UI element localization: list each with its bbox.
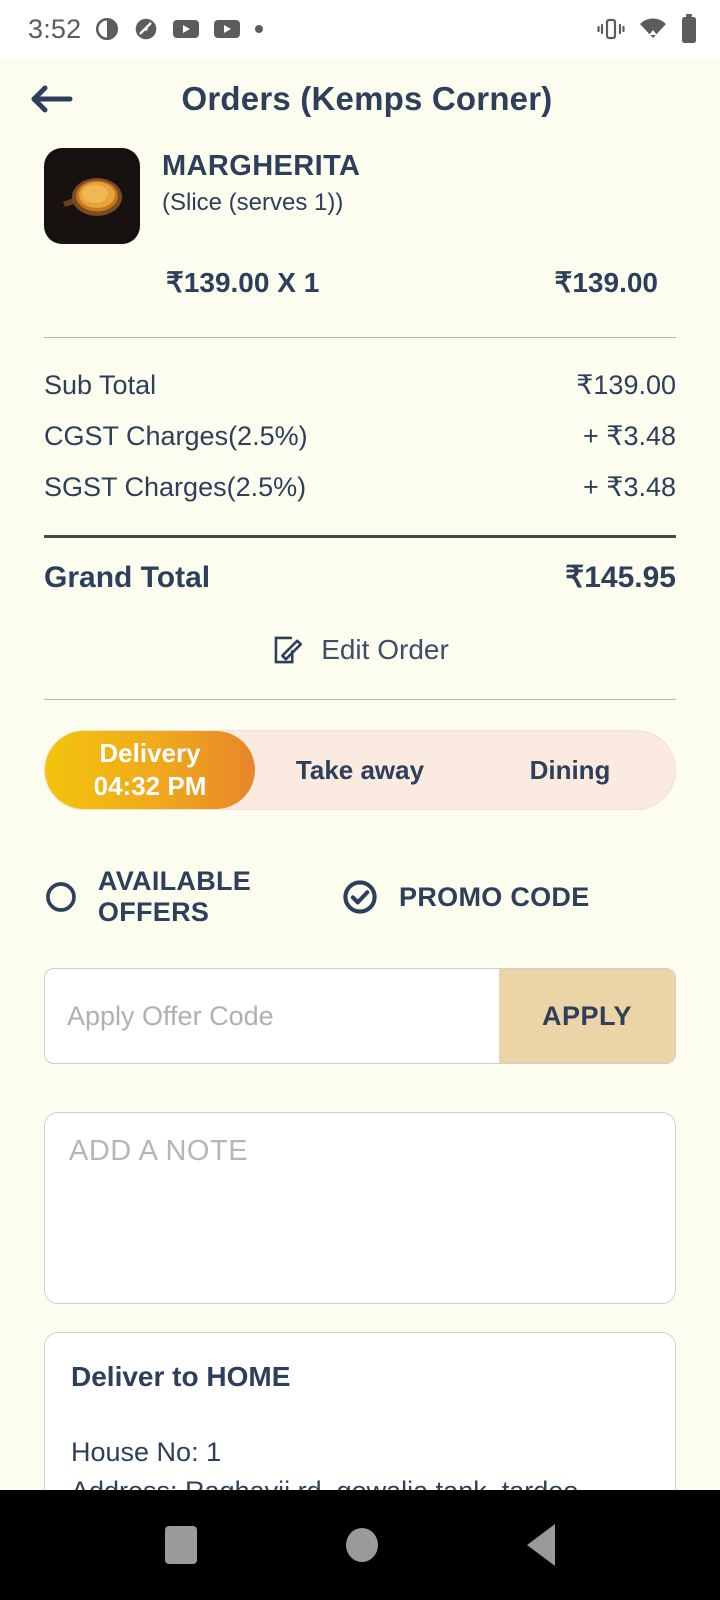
tab-delivery-label: Delivery (99, 738, 201, 768)
total-value: ₹139.00 (576, 370, 676, 400)
total-value: + ₹3.48 (583, 472, 676, 502)
page-title: Orders (Kemps Corner) (181, 80, 553, 117)
order-type-tabs: Delivery 04:32 PM Take away Dining (44, 730, 676, 810)
edit-order-label: Edit Order (321, 634, 449, 665)
battery-icon (682, 14, 696, 43)
back-arrow-icon (31, 85, 73, 113)
item-variant: (Slice (serves 1)) (162, 189, 344, 216)
tab-take-away-label: Take away (295, 754, 425, 785)
radio-promo-code[interactable]: PROMO CODE (341, 878, 590, 916)
total-value: + ₹3.48 (583, 421, 676, 451)
tab-dining-label: Dining (529, 754, 611, 785)
phone-screen: 3:52 Orders (Kemps Corner) MARGHERITA (S… (0, 0, 720, 1600)
back-button[interactable] (24, 72, 78, 126)
tab-take-away[interactable]: Take away (255, 731, 465, 809)
vibrate-icon (597, 18, 625, 40)
totals-section: Sub Total ₹139.00 CGST Charges(2.5%) + ₹… (44, 360, 676, 595)
offer-code-input[interactable] (45, 969, 499, 1063)
table-row: Sub Total ₹139.00 (44, 360, 676, 411)
triangle-back-icon[interactable] (527, 1524, 556, 1566)
grand-total-row: Grand Total ₹145.95 (44, 538, 676, 595)
circle-home-icon[interactable] (345, 1528, 378, 1562)
tab-delivery[interactable]: Delivery 04:32 PM (45, 731, 255, 809)
wifi-icon (640, 18, 666, 38)
edit-pencil-icon (274, 636, 303, 664)
item-unit-price: ₹139.00 X 1 (166, 267, 320, 298)
order-content: MARGHERITA (Slice (serves 1)) ₹139.00 X … (0, 140, 720, 1490)
order-item-row: MARGHERITA (Slice (serves 1)) (44, 140, 676, 244)
brightness-icon (96, 17, 119, 41)
app-header: Orders (Kemps Corner) (0, 58, 720, 140)
radio-unchecked-icon (46, 882, 76, 912)
address-house-no: House No: 1 (71, 1437, 222, 1467)
total-label: CGST Charges(2.5%) (44, 421, 308, 451)
status-bar-left: 3:52 (28, 14, 264, 45)
youtube-icon (214, 20, 241, 38)
promo-code-label: PROMO CODE (399, 881, 590, 912)
android-nav-bar (0, 1490, 720, 1600)
address-street: Address: Raghavji rd, gowalia tank, tard… (71, 1476, 649, 1490)
speedometer-icon (136, 18, 157, 40)
square-recents-icon[interactable] (164, 1526, 197, 1564)
youtube-icon (173, 20, 200, 38)
item-line-total: ₹139.00 (554, 267, 658, 298)
grand-total-label: Grand Total (44, 561, 211, 594)
status-bar-clock: 3:52 (28, 13, 82, 44)
total-label: SGST Charges(2.5%) (44, 472, 307, 502)
item-divider (44, 337, 676, 338)
grand-total-value: ₹145.95 (565, 561, 676, 594)
status-bar-right (596, 14, 698, 44)
note-textarea[interactable] (69, 1135, 651, 1281)
pizza-image (63, 178, 122, 216)
item-price-row: ₹139.00 X 1 ₹139.00 (44, 266, 676, 299)
section-divider (44, 699, 676, 700)
available-offers-label: AVAILABLE OFFERS (97, 866, 252, 927)
tab-dining[interactable]: Dining (465, 731, 675, 809)
add-note-box[interactable] (44, 1112, 676, 1304)
tabs-track: Delivery 04:32 PM Take away Dining (44, 730, 676, 810)
offer-options-row: AVAILABLE OFFERS PROMO CODE (44, 866, 676, 928)
table-row: SGST Charges(2.5%) + ₹3.48 (44, 462, 676, 513)
table-row: CGST Charges(2.5%) + ₹3.48 (44, 411, 676, 462)
promo-code-row: APPLY (44, 968, 676, 1064)
total-label: Sub Total (44, 370, 157, 400)
radio-checked-icon (343, 880, 377, 914)
delivery-address-card[interactable]: Deliver to HOME House No: 1 Address: Rag… (44, 1332, 676, 1490)
pizza-thumbnail (44, 148, 140, 244)
item-name: MARGHERITA (162, 150, 361, 182)
edit-order-button[interactable]: Edit Order (44, 633, 676, 699)
status-bar: 3:52 (0, 0, 720, 58)
apply-button[interactable]: APPLY (499, 969, 675, 1063)
order-item-info: MARGHERITA (Slice (serves 1)) (162, 148, 360, 244)
tab-delivery-time: 04:32 PM (93, 771, 207, 801)
dot-icon (255, 25, 264, 33)
address-title: Deliver to HOME (71, 1361, 291, 1392)
radio-available-offers[interactable]: AVAILABLE OFFERS (44, 866, 341, 928)
